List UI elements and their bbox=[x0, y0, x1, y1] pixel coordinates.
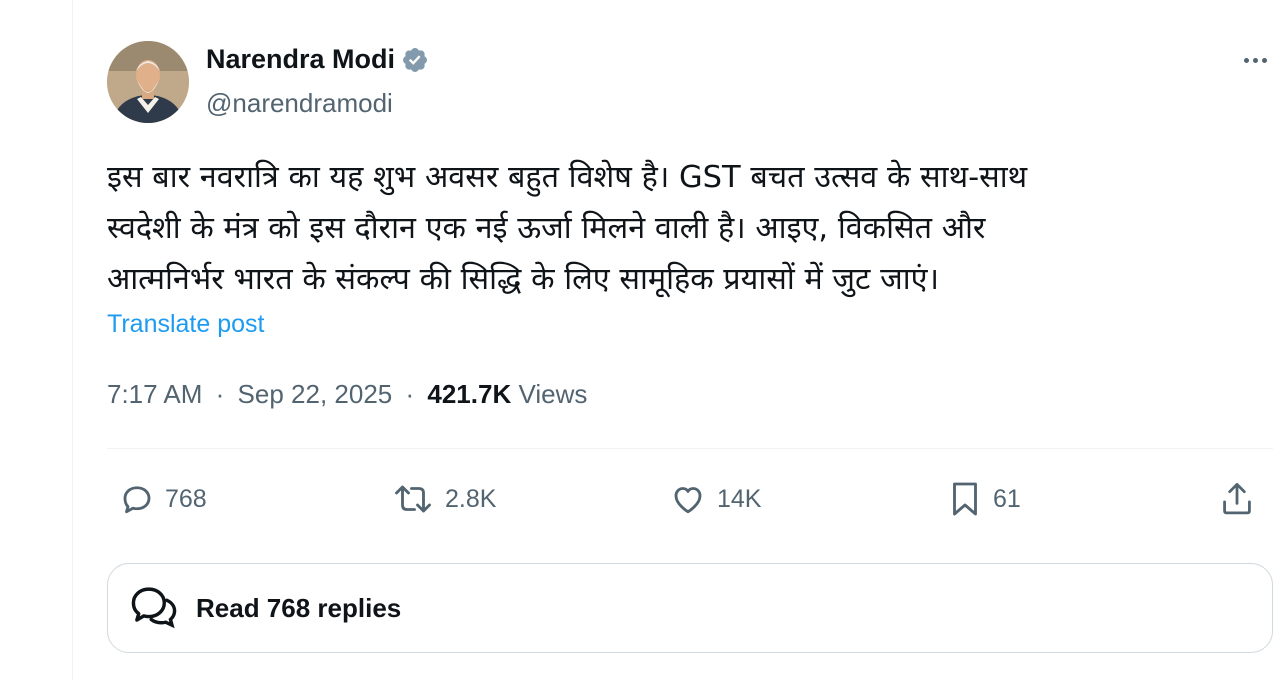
author-name[interactable]: Narendra Modi bbox=[206, 44, 429, 75]
tweet-text: इस बार नवरात्रि का यह शुभ अवसर बहुत विशे… bbox=[107, 152, 1227, 305]
like-icon bbox=[674, 487, 702, 514]
avatar[interactable] bbox=[107, 41, 189, 123]
views-count: 421.7K bbox=[427, 379, 512, 409]
separator: · bbox=[215, 379, 225, 409]
repost-icon bbox=[395, 485, 431, 513]
author-name-text[interactable]: Narendra Modi bbox=[206, 44, 395, 75]
reply-count: 768 bbox=[165, 484, 207, 513]
tweet-detail: Narendra Modi @narendramodi इस बार नवरात… bbox=[107, 0, 1273, 680]
tweet-meta: 7:17 AM · Sep 22, 2025 · 421.7K Views bbox=[107, 379, 587, 410]
more-options-icon[interactable] bbox=[1237, 46, 1273, 74]
verified-badge-icon[interactable] bbox=[401, 46, 429, 74]
replies-bubble-icon bbox=[131, 587, 177, 629]
bookmark-button[interactable]: 61 bbox=[947, 478, 1021, 520]
tweet-text-line: स्वदेशी के मंत्र को इस दौरान एक नई ऊर्जा… bbox=[107, 211, 986, 246]
bookmark-icon bbox=[953, 482, 977, 516]
translate-post-link[interactable]: Translate post bbox=[107, 310, 264, 339]
column-border bbox=[72, 0, 73, 680]
views-label: Views bbox=[518, 379, 588, 409]
reply-button[interactable]: 768 bbox=[119, 478, 207, 520]
separator: · bbox=[405, 379, 415, 409]
read-replies-label: Read 768 replies bbox=[196, 592, 402, 623]
bookmark-count: 61 bbox=[993, 484, 1021, 513]
author-handle[interactable]: @narendramodi bbox=[206, 88, 393, 119]
like-button[interactable]: 14K bbox=[669, 478, 761, 520]
tweet-time[interactable]: 7:17 AM bbox=[107, 379, 202, 409]
divider bbox=[107, 448, 1273, 449]
share-button[interactable] bbox=[1219, 478, 1255, 520]
tweet-text-line: इस बार नवरात्रि का यह शुभ अवसर बहुत विशे… bbox=[107, 160, 1028, 195]
repost-count: 2.8K bbox=[445, 484, 497, 513]
tweet-text-line: आत्मनिर्भर भारत के संकल्प की सिद्धि के ल… bbox=[107, 262, 940, 297]
reply-icon bbox=[123, 486, 151, 514]
repost-button[interactable]: 2.8K bbox=[391, 478, 496, 520]
like-count: 14K bbox=[717, 484, 762, 513]
share-icon bbox=[1223, 482, 1251, 515]
tweet-date[interactable]: Sep 22, 2025 bbox=[238, 379, 393, 409]
read-replies-button[interactable]: Read 768 replies bbox=[107, 563, 1273, 653]
